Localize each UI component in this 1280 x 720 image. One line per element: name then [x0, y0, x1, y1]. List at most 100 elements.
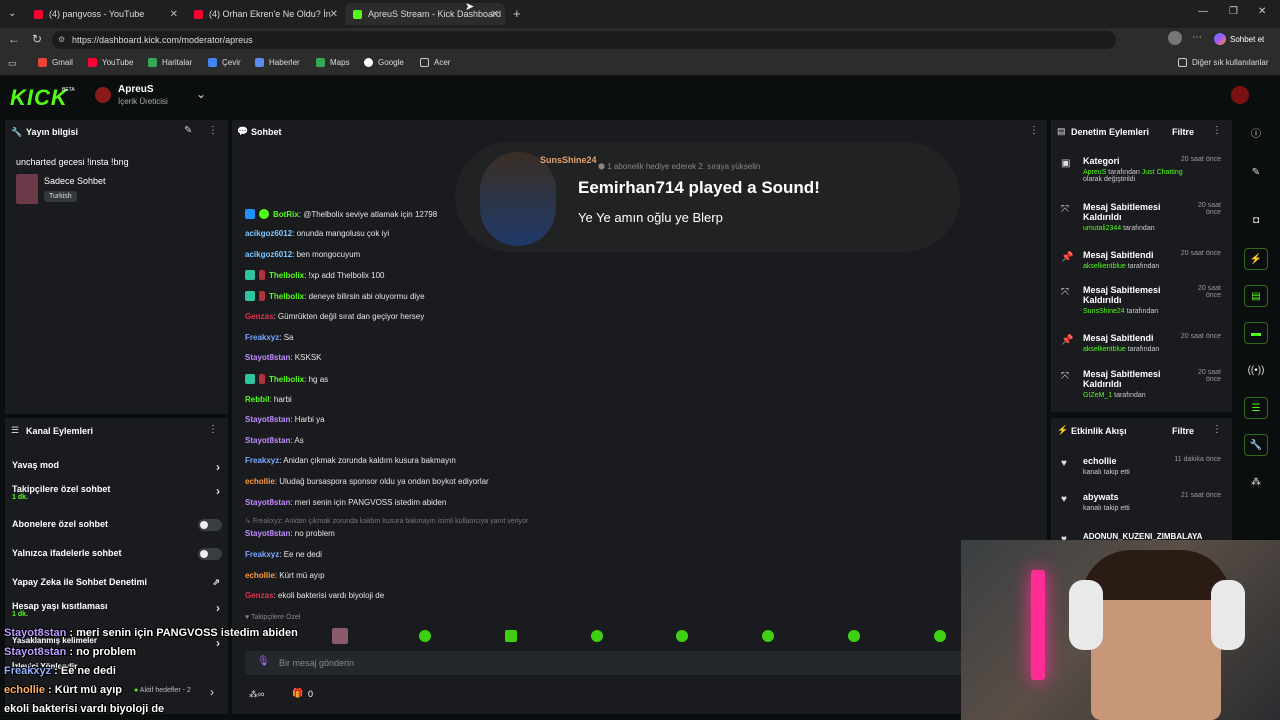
chat-input[interactable]: 🎙 Bir mesaj gönderin: [245, 651, 1035, 675]
gift-icon[interactable]: 🎁: [292, 688, 303, 699]
chat-username[interactable]: BotRix: [273, 210, 299, 219]
emote-icon[interactable]: [505, 630, 517, 642]
chat-icon[interactable]: ▬: [1244, 322, 1268, 344]
group-icon[interactable]: ⁂: [1244, 472, 1268, 494]
subscribers-only-toggle[interactable]: [198, 519, 222, 531]
tab-youtube-orhan[interactable]: (4) Orhan Ekren'e Ne Oldu? İngilte ✕: [186, 3, 344, 25]
info-icon[interactable]: ⓘ: [1244, 124, 1268, 146]
user-avatar[interactable]: [1231, 86, 1249, 104]
url-input[interactable]: ⚙ https://dashboard.kick.com/moderator/a…: [52, 31, 1116, 49]
emote-icon[interactable]: [591, 630, 603, 642]
bookmarks-toggle-icon[interactable]: ▭: [8, 58, 17, 69]
bookmark-haberler[interactable]: Haberler: [255, 58, 300, 67]
activity-filter-button[interactable]: Filtre: [1172, 426, 1194, 436]
bookmark-youtube[interactable]: YouTube: [88, 58, 133, 67]
close-window-icon[interactable]: ✕: [1258, 6, 1266, 17]
chat-username[interactable]: acikgoz6012: [245, 250, 292, 259]
bookmark-cevir[interactable]: Çevir: [208, 58, 241, 67]
youtube-favicon-icon: [34, 9, 43, 19]
chat-username[interactable]: Stayot8stan: [245, 353, 290, 362]
more-menu-icon[interactable]: ⋯: [1192, 32, 1202, 43]
chat-username[interactable]: Stayot8stan: [245, 436, 290, 445]
bolt-icon[interactable]: ⚡: [1244, 248, 1268, 270]
new-tab-button[interactable]: +: [513, 6, 521, 21]
pencil-icon[interactable]: ✎: [1244, 162, 1268, 184]
document-icon[interactable]: ▤: [1244, 285, 1268, 307]
bookmark-haritalar[interactable]: Haritalar: [148, 58, 192, 67]
mod-filter-button[interactable]: Filtre: [1172, 127, 1194, 137]
close-tab-icon[interactable]: ✕: [330, 9, 338, 20]
emote-icon[interactable]: [676, 630, 688, 642]
emote-icon[interactable]: [419, 630, 431, 642]
chat-username[interactable]: Rebbil: [245, 395, 269, 404]
emote-image[interactable]: [332, 628, 348, 644]
active-goals[interactable]: ● Aktif hedefler - 2: [134, 687, 191, 694]
bookmark-label: Google: [378, 58, 404, 67]
bookmark-maps[interactable]: Maps: [316, 58, 350, 67]
maximize-icon[interactable]: ❐: [1229, 6, 1238, 17]
channel-actions-menu-icon[interactable]: ⋮: [208, 424, 218, 435]
account-age-row[interactable]: Hesap yaşı kısıtlaması 1 dk. ›: [12, 601, 222, 623]
stream-info-menu-icon[interactable]: ⋮: [208, 125, 218, 136]
reload-icon[interactable]: ↻: [32, 32, 42, 46]
chat-username[interactable]: Stayot8stan: [245, 415, 290, 424]
emote-icon[interactable]: [848, 630, 860, 642]
followers-only-row[interactable]: Takipçilere özel sohbet 1 dk. ›: [12, 484, 222, 506]
mod-user[interactable]: akselkentblue: [1083, 346, 1126, 353]
slow-mode-row[interactable]: Yavaş mod ›: [12, 460, 222, 474]
other-bookmarks[interactable]: Diğer sık kullanılanlar: [1178, 58, 1268, 67]
activity-menu-icon[interactable]: ⋮: [1212, 424, 1222, 435]
tab-kick-dashboard[interactable]: ApreuS Stream - Kick Dashboard ✕: [345, 3, 505, 25]
mod-user[interactable]: ApreuS: [1083, 169, 1106, 176]
broadcast-icon[interactable]: ((•)): [1244, 360, 1268, 382]
chat-username[interactable]: Thelbolix: [269, 271, 304, 280]
mod-user[interactable]: akselkentblue: [1083, 263, 1126, 270]
bookmark-acer[interactable]: Acer: [420, 58, 450, 67]
copilot-button[interactable]: Sohbet et: [1214, 31, 1274, 49]
mod-user[interactable]: umutali2344: [1083, 225, 1121, 232]
chat-text: : onunda mangolusu çok iyi: [292, 229, 390, 238]
chat-username[interactable]: Genzas: [245, 591, 273, 600]
wrench-icon[interactable]: 🔧: [1244, 434, 1268, 456]
ai-moderation-row[interactable]: Yapay Zeka ile Sohbet Denetimi ⇗: [12, 577, 222, 591]
mod-user[interactable]: GIZeM_1: [1083, 392, 1112, 399]
close-tab-icon[interactable]: ✕: [170, 9, 178, 20]
tab-list-chevron-icon[interactable]: ⌄: [8, 8, 16, 19]
chat-menu-icon[interactable]: ⋮: [1029, 125, 1039, 136]
bookmark-gmail[interactable]: Gmail: [38, 58, 73, 67]
layout-icon[interactable]: ☰: [1244, 397, 1268, 419]
chat-username[interactable]: Thelbolix: [269, 375, 304, 384]
chat-username[interactable]: Freakxyz: [245, 550, 279, 559]
tab-youtube-pangvoss[interactable]: (4) pangvoss - YouTube ✕: [26, 3, 184, 25]
camera-icon[interactable]: ◘: [1244, 210, 1268, 232]
mod-user[interactable]: SunsShine24: [1083, 308, 1125, 315]
close-tab-icon[interactable]: ✕: [491, 9, 499, 20]
chat-username[interactable]: Thelbolix: [269, 292, 304, 301]
profile-avatar-icon[interactable]: [1168, 31, 1182, 45]
points-icon[interactable]: ⁂∞: [249, 689, 264, 700]
chat-username[interactable]: Stayot8stan: [245, 529, 290, 538]
chat-username[interactable]: Stayot8stan: [245, 498, 290, 507]
site-info-icon[interactable]: ⚙: [58, 31, 65, 49]
chevron-right-icon[interactable]: ›: [210, 685, 214, 699]
chat-username[interactable]: Freakxyz: [245, 456, 279, 465]
kick-logo[interactable]: KICK: [10, 85, 68, 111]
emotes-only-toggle[interactable]: [198, 548, 222, 560]
microphone-icon[interactable]: 🎙: [257, 656, 270, 667]
mod-actions-menu-icon[interactable]: ⋮: [1212, 125, 1222, 136]
chat-title: Sohbet: [251, 127, 282, 137]
chat-message: Stayot8stan: KSKSK: [245, 353, 321, 362]
edit-pencil-icon[interactable]: ✎: [184, 125, 192, 136]
bookmark-google[interactable]: Google: [364, 58, 404, 67]
channel-switch-chevron-icon[interactable]: ⌄: [196, 87, 206, 101]
back-arrow-icon[interactable]: ←: [8, 32, 20, 46]
chat-username[interactable]: acikgoz6012: [245, 229, 292, 238]
emote-icon[interactable]: [762, 630, 774, 642]
minimize-icon[interactable]: —: [1198, 6, 1208, 17]
emote-icon[interactable]: [934, 630, 946, 642]
chat-username[interactable]: echollie: [245, 477, 275, 486]
chat-username[interactable]: echollie: [245, 571, 275, 580]
chat-username[interactable]: Genzas: [245, 312, 273, 321]
chat-username[interactable]: Freakxyz: [245, 333, 279, 342]
overlay-chat-line: Freakxyz : Ee ne dedi: [4, 665, 116, 677]
